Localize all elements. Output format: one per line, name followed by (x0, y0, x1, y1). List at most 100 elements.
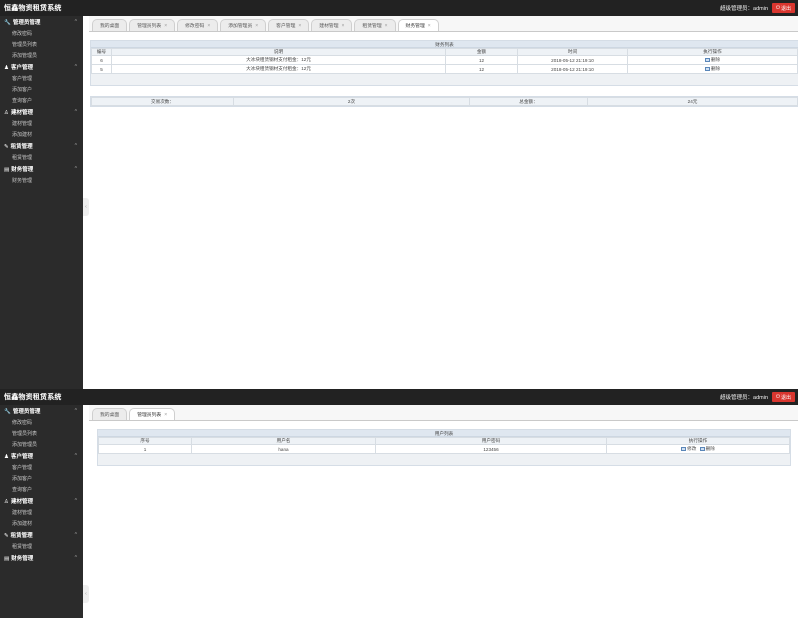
tab-add-admin[interactable]: 添加管理员 × (220, 19, 267, 31)
close-icon[interactable]: × (342, 23, 345, 29)
close-icon[interactable]: × (298, 23, 301, 29)
sidebar-item-change-password[interactable]: 修改密码 (0, 417, 83, 428)
chevron-up-icon: ^ (74, 109, 77, 115)
delete-button[interactable]: 删除 (704, 57, 720, 63)
column-header: 用户密码 (375, 437, 607, 445)
chevron-up-icon: ^ (74, 143, 77, 149)
close-icon[interactable]: × (385, 23, 388, 29)
column-header: 序号 (98, 437, 192, 445)
chevron-up-icon: ^ (74, 166, 77, 172)
top-right: 超级管理员：admin ⏻ 退出 (720, 392, 795, 402)
cell-password: 123456 (375, 444, 607, 454)
table-row: 1 hana 123456 修改 删除 (98, 444, 790, 454)
sidebar-item-customer-manage[interactable]: 客户管理 (0, 462, 83, 473)
sidebar-item-add-admin[interactable]: 添加管理员 (0, 50, 83, 61)
summary-total-label: 总金额： (469, 97, 588, 106)
user-table: 序号 用户名 用户密码 执行操作 1 hana 123456 修改 删除 (98, 437, 790, 454)
tab-lease[interactable]: 租赁管理 × (354, 19, 396, 31)
table-row: 6 大冰块租赁钢材支付租金：12元 12 2018-05-12 21:19:10… (91, 55, 798, 65)
sidebar-item-change-password[interactable]: 修改密码 (0, 28, 83, 39)
tab-admin-list[interactable]: 管理员列表 × (129, 19, 176, 31)
summary-count-value: 2次 (233, 97, 470, 106)
chevron-up-icon: ^ (74, 408, 77, 414)
top-right: 超级管理员：admin ⏻ 退出 (720, 3, 795, 13)
sidebar-item-add-customer[interactable]: 添加客户 (0, 84, 83, 95)
wrench-icon: 🔧 (4, 409, 11, 415)
cell-amount: 12 (445, 64, 518, 74)
sidebar-group-customer[interactable]: ♟ 客户管理 ^ (0, 61, 83, 73)
tab-finance[interactable]: 财务管理 × (397, 19, 439, 31)
sidebar-group-lease[interactable]: ✎ 租赁管理 ^ (0, 529, 83, 541)
tab-bar: 我的桌面 管理员列表 × 修改密码 × 添加管理员 × 客户管理 × 建材管理 × 租赁管… (89, 16, 798, 32)
tab-material[interactable]: 建材管理 × (311, 19, 353, 31)
tab-desktop[interactable]: 我的桌面 (92, 408, 128, 420)
sidebar-item-lease-manage[interactable]: 租赁管理 (0, 152, 83, 163)
finance-list-panel: 财务列表 编号 说明 金额 时间 执行操作 6 大冰块租赁钢材支付租金：12元 … (90, 40, 798, 86)
cell-id: 5 (91, 64, 112, 74)
finance-table: 编号 说明 金额 时间 执行操作 6 大冰块租赁钢材支付租金：12元 12 20… (91, 48, 798, 74)
close-icon[interactable]: × (255, 23, 258, 29)
app-title: 恒鑫物资租赁系统 (4, 5, 62, 12)
summary-row: 交易次数： 2次 总金额： 24元 (91, 97, 798, 106)
close-icon[interactable]: × (164, 412, 167, 418)
main-area: 我的桌面 管理员列表 × 修改密码 × 添加管理员 × 客户管理 × 建材管理 × 租赁管… (89, 16, 798, 389)
chevron-left-icon: ‹ (85, 204, 87, 210)
sidebar-group-material[interactable]: ♙ 建材管理 ^ (0, 495, 83, 507)
edit-button[interactable]: 修改 (681, 446, 696, 452)
cell-amount: 12 (445, 55, 518, 65)
user-icon: ♟ (4, 65, 9, 71)
column-header: 说明 (111, 48, 446, 56)
sidebar-group-material[interactable]: ♙ 建材管理 ^ (0, 106, 83, 118)
sidebar-item-add-customer[interactable]: 添加客户 (0, 473, 83, 484)
cell-desc: 大冰块租赁钢材支付租金：12元 (111, 55, 446, 65)
sidebar-item-material-manage[interactable]: 建材管理 (0, 507, 83, 518)
chevron-up-icon: ^ (74, 19, 77, 25)
sidebar-item-finance-manage[interactable]: 财务管理 (0, 175, 83, 186)
panel-title: 用户列表 (98, 430, 790, 437)
tab-admin-list[interactable]: 管理员列表 × (129, 408, 176, 420)
sidebar-item-add-material[interactable]: 添加建材 (0, 129, 83, 140)
current-user-label: 超级管理员：admin (720, 6, 769, 12)
sidebar-item-lease-manage[interactable]: 租赁管理 (0, 541, 83, 552)
sidebar-item-admin-list[interactable]: 管理员列表 (0, 39, 83, 50)
column-header: 编号 (91, 48, 112, 56)
summary-total-value: 24元 (587, 97, 798, 106)
sidebar-item-add-material[interactable]: 添加建材 (0, 518, 83, 529)
sidebar-group-finance[interactable]: ▤ 财务管理 ^ (0, 163, 83, 175)
edit-icon: ✎ (4, 144, 9, 150)
chevron-up-icon: ^ (74, 64, 77, 70)
edit-icon: ✎ (4, 533, 9, 539)
sidebar-group-admin[interactable]: 🔧 管理员管理 ^ (0, 405, 83, 417)
close-icon[interactable]: × (164, 23, 167, 29)
panel-footer (98, 454, 790, 465)
logout-button[interactable]: ⏻ 退出 (772, 392, 795, 402)
sidebar-item-admin-list[interactable]: 管理员列表 (0, 428, 83, 439)
sidebar-group-lease[interactable]: ✎ 租赁管理 ^ (0, 140, 83, 152)
panel-footer (91, 74, 798, 85)
sidebar: 🔧 管理员管理 ^ 修改密码 管理员列表 添加管理员 ♟ 客户管理 ^ 客户管理 添加客… (0, 405, 83, 618)
close-icon[interactable]: × (428, 23, 431, 29)
user-icon: ♟ (4, 454, 9, 460)
delete-button[interactable]: 删除 (704, 66, 720, 72)
person-icon: ♙ (4, 499, 9, 505)
delete-button[interactable]: 删除 (699, 446, 715, 452)
column-header: 时间 (517, 48, 628, 56)
close-icon[interactable]: × (207, 23, 210, 29)
column-header: 执行操作 (627, 48, 798, 56)
column-header: 用户名 (191, 437, 376, 445)
edit-icon (681, 447, 687, 451)
top-bar: 恒鑫物资租赁系统 超级管理员：admin ⏻ 退出 (0, 0, 798, 16)
sidebar-group-customer[interactable]: ♟ 客户管理 ^ (0, 450, 83, 462)
logout-button[interactable]: ⏻ 退出 (772, 3, 795, 13)
cell-ops: 修改 删除 (606, 444, 790, 454)
sidebar-group-admin[interactable]: 🔧 管理员管理 ^ (0, 16, 83, 28)
sidebar-item-add-admin[interactable]: 添加管理员 (0, 439, 83, 450)
sidebar-item-query-customer[interactable]: 查询客户 (0, 95, 83, 106)
tab-change-password[interactable]: 修改密码 × (177, 19, 219, 31)
tab-customer[interactable]: 客户管理 × (268, 19, 310, 31)
tab-desktop[interactable]: 我的桌面 (92, 19, 128, 31)
sidebar-group-finance[interactable]: ▤ 财务管理 ^ (0, 552, 83, 564)
sidebar-item-material-manage[interactable]: 建材管理 (0, 118, 83, 129)
sidebar-item-customer-manage[interactable]: 客户管理 (0, 73, 83, 84)
sidebar-item-query-customer[interactable]: 查询客户 (0, 484, 83, 495)
